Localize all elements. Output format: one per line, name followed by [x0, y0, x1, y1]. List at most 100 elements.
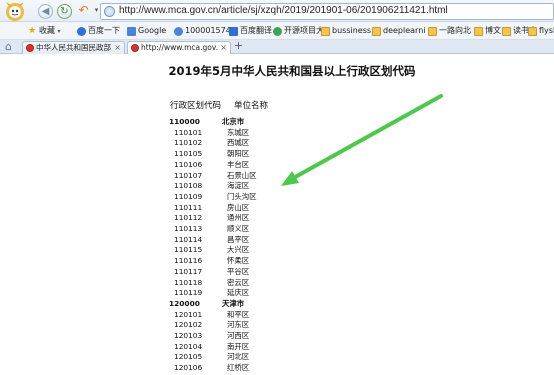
division-code: 110113	[174, 224, 203, 233]
division-code: 120104	[174, 341, 203, 351]
division-code: 110111	[174, 202, 203, 212]
bookmark-folder-deeplearni[interactable]: deeplearni	[372, 24, 426, 38]
bookmark-label: Google	[138, 26, 167, 35]
table-row: 120105 河北区	[0, 352, 300, 363]
division-code: 110112	[174, 213, 203, 223]
bookmark-label: bussiness	[332, 26, 372, 35]
division-code: 110115	[174, 245, 203, 255]
bookmark-folder-flysky[interactable]: flysky	[528, 24, 554, 38]
folder-icon	[502, 27, 511, 36]
table-row: 110106 丰台区	[0, 160, 300, 171]
bookmark-baidu[interactable]: 百度一下	[77, 24, 120, 38]
division-code: 120106	[174, 363, 203, 373]
page-icon	[174, 27, 183, 36]
table-row: 110112 通州区	[0, 213, 300, 224]
tab-current-page[interactable]: http://www.mca.gov.cn ×	[127, 41, 231, 54]
undo-icon: ↶	[78, 3, 89, 17]
division-code: 110116	[174, 256, 203, 266]
division-name: 南开区	[227, 341, 250, 351]
table-row: 120102 河东区	[0, 320, 300, 331]
division-name: 房山区	[227, 202, 250, 212]
c-logo-icon	[273, 27, 282, 36]
globe-icon	[104, 6, 115, 17]
division-code: 120101	[174, 309, 203, 319]
address-bar[interactable]: http://www.mca.gov.cn/article/sj/xzqh/20…	[100, 3, 554, 20]
home-icon[interactable]: ⌂	[5, 40, 12, 53]
bookmark-baidu-translate[interactable]: 百度翻译	[229, 24, 272, 38]
division-name: 西城区	[227, 138, 250, 148]
division-name: 怀柔区	[227, 256, 250, 266]
bookmark-1000015746[interactable]: 1000015746	[174, 24, 236, 38]
bookmark-folder-blog[interactable]: 博文	[474, 24, 501, 38]
division-name: 海淀区	[227, 181, 250, 191]
bookmark-label: flysky	[539, 26, 554, 35]
division-code: 110101	[174, 127, 203, 137]
division-name: 昌平区	[227, 234, 250, 244]
emblem-icon	[131, 44, 139, 52]
bookmark-label: 百度一下	[88, 26, 120, 35]
division-name: 平谷区	[227, 266, 250, 276]
table-row: 110114 昌平区	[0, 235, 300, 246]
division-name: 大兴区	[227, 245, 250, 255]
division-code: 110114	[174, 234, 203, 244]
division-code: 120102	[174, 320, 203, 330]
column-header-name: 单位名称	[234, 101, 269, 111]
division-name: 门头沟区	[227, 191, 257, 201]
table-row: 110118 密云区	[0, 278, 300, 289]
division-name: 和平区	[227, 309, 250, 319]
folder-icon	[321, 27, 330, 36]
division-name: 天津市	[222, 298, 245, 308]
table-row: 110115 大兴区	[0, 245, 300, 256]
new-tab-button[interactable]: +	[233, 40, 244, 52]
table-row: 110105 朝阳区	[0, 149, 300, 160]
division-name: 河西区	[227, 331, 250, 340]
emblem-icon	[26, 44, 34, 52]
tab-label: 中华人民共和国民政部	[36, 43, 111, 52]
table-row: 110117 平谷区	[0, 267, 300, 278]
bookmark-label: deeplearni	[383, 26, 426, 35]
star-icon: ★	[28, 26, 37, 36]
table-row: 110113 顺义区	[0, 224, 300, 235]
tab-bar: ⌂ 中华人民共和国民政部 × http://www.mca.gov.cn × +	[0, 40, 554, 54]
table-row: 120106 红桥区	[0, 363, 300, 374]
division-code: 110108	[174, 181, 203, 191]
close-tab-icon[interactable]: ×	[218, 42, 227, 54]
bookmark-label: 开源项目大	[284, 26, 324, 35]
translate-icon	[229, 27, 238, 36]
division-code: 110105	[174, 149, 203, 159]
division-code: 110109	[174, 191, 203, 201]
division-name: 红桥区	[227, 363, 250, 373]
division-name: 河北区	[227, 352, 250, 362]
browser-toolbar: ◀ ↻ ↶ ▾ http://www.mca.gov.cn/article/sj…	[0, 0, 554, 22]
bookmark-google[interactable]: Google	[127, 24, 166, 38]
division-name: 北京市	[222, 117, 245, 126]
division-code: 120105	[174, 352, 203, 362]
division-code: 110118	[174, 277, 203, 287]
tab-label: http://www.mca.gov.cn	[141, 43, 227, 52]
table-row: 110102 西城区	[0, 138, 300, 149]
division-name: 通州区	[227, 213, 250, 223]
division-code: 110107	[174, 170, 203, 180]
google-icon	[127, 27, 136, 36]
division-code: 110106	[174, 159, 203, 169]
bookmark-favorites[interactable]: ★ 收藏 ▾	[28, 24, 61, 38]
table-row: 110111 房山区	[0, 203, 300, 214]
refresh-button[interactable]: ↻	[57, 4, 72, 19]
division-code: 120103	[174, 331, 203, 340]
address-url[interactable]: http://www.mca.gov.cn/article/sj/xzqh/20…	[119, 5, 448, 16]
division-name: 顺义区	[227, 224, 250, 233]
bookmark-label: 百度翻译	[240, 26, 272, 35]
folder-icon	[372, 27, 381, 36]
division-name: 丰台区	[227, 159, 250, 169]
close-tab-icon[interactable]: ×	[114, 42, 121, 54]
back-button[interactable]: ◀	[38, 4, 53, 19]
division-code: 110102	[174, 138, 203, 148]
bookmark-open-source[interactable]: 开源项目大	[273, 24, 324, 38]
bookmark-folder-north[interactable]: 一路向北	[428, 24, 471, 38]
tab-ministry[interactable]: 中华人民共和国民政部 ×	[22, 41, 125, 54]
province-row: 110000 北京市	[0, 117, 300, 128]
table-row: 120104 南开区	[0, 342, 300, 353]
bookmark-folder-bussiness[interactable]: bussiness	[321, 24, 371, 38]
page-title: 2019年5月中华人民共和国县以上行政区划代码	[168, 64, 416, 78]
division-code: 110117	[174, 266, 203, 276]
